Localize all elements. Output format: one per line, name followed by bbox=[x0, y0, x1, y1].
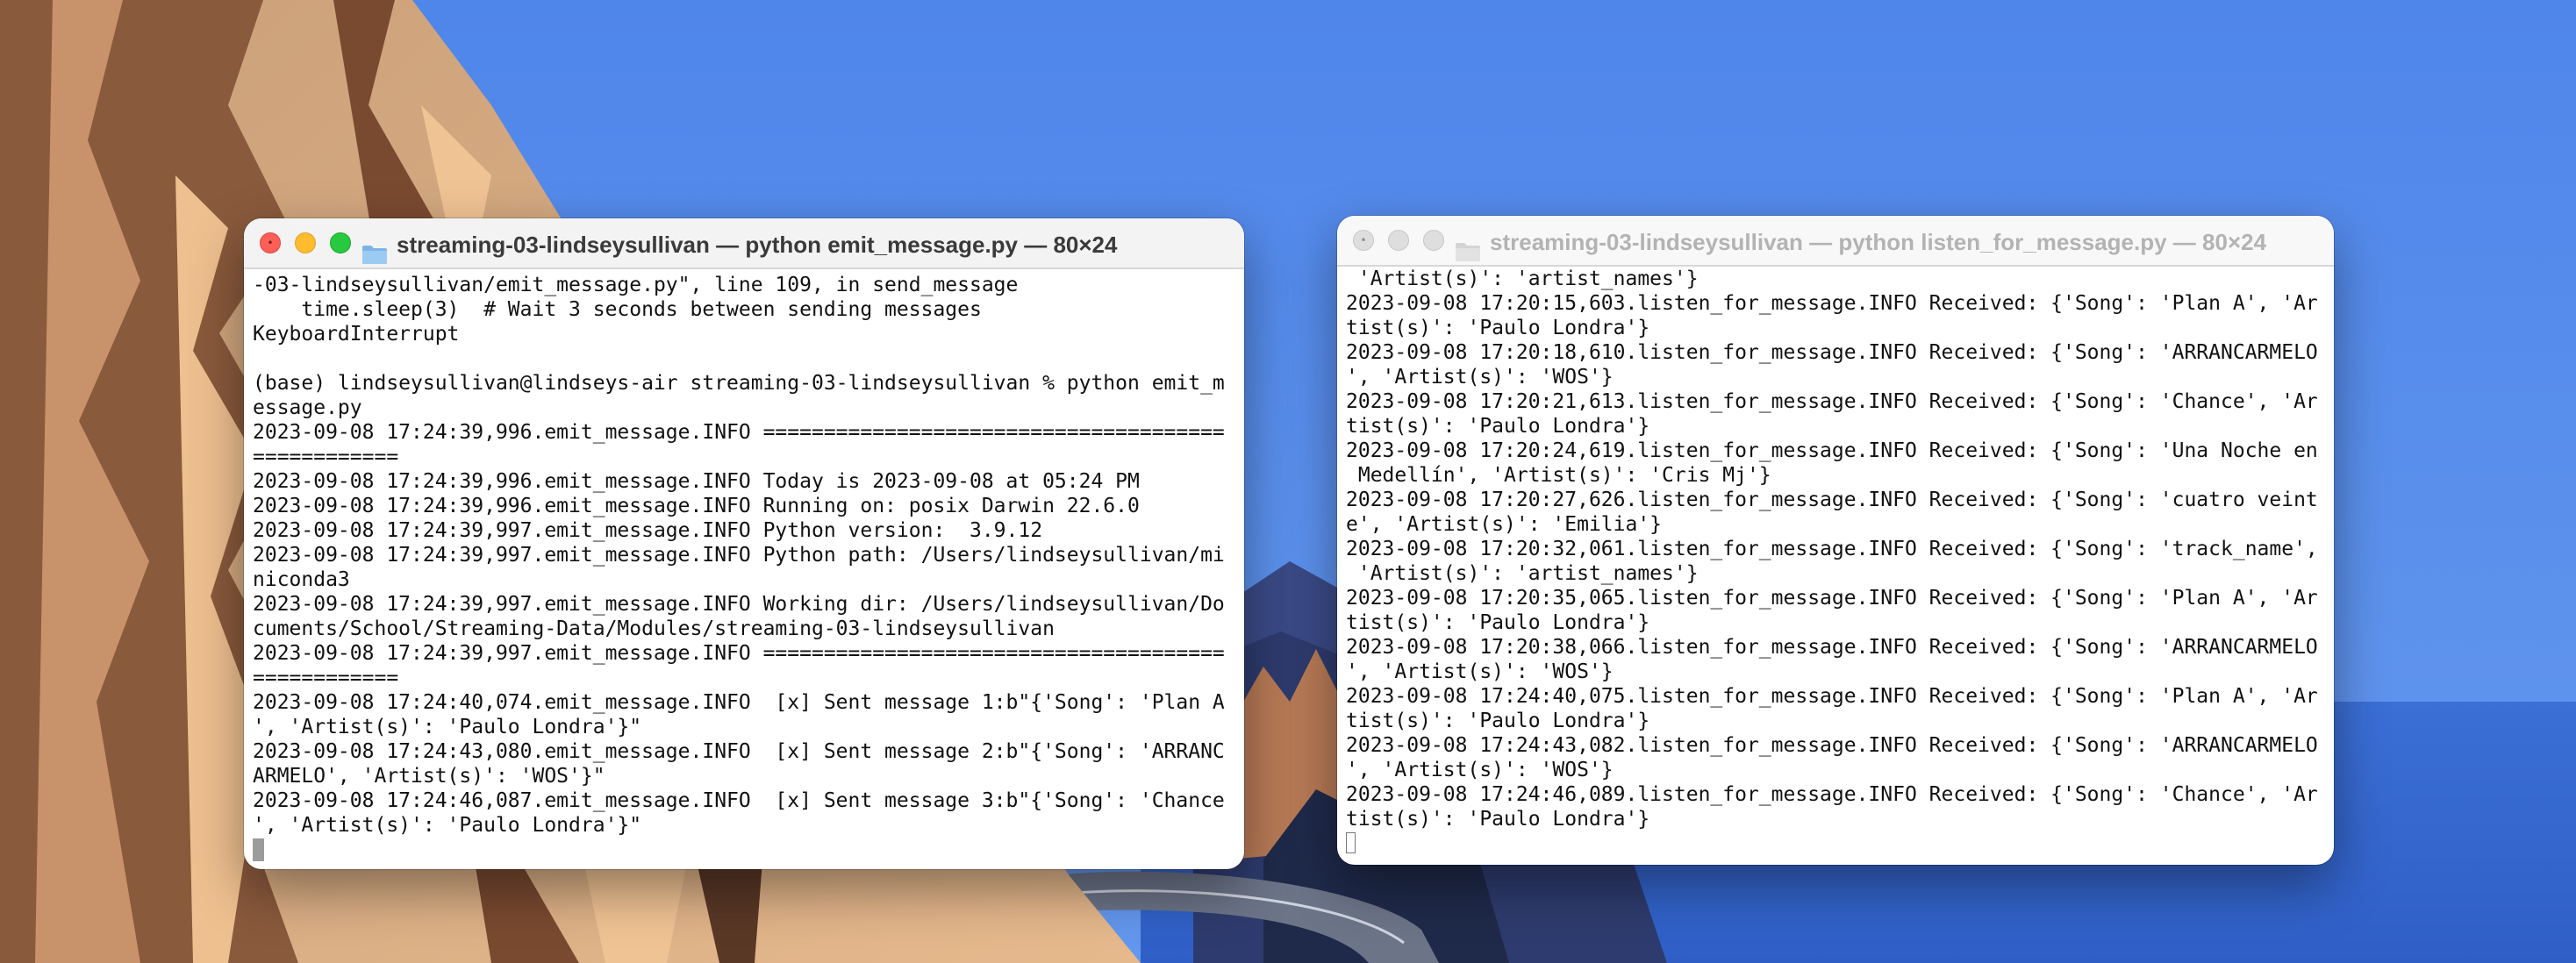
terminal-line: 2023-09-08 17:24:39,997.emit_message.INF… bbox=[253, 642, 1225, 665]
terminal-line: 2023-09-08 17:20:27,626.listen_for_messa… bbox=[1346, 489, 2318, 511]
terminal-line: tist(s)': 'Paulo Londra'} bbox=[1346, 317, 1650, 339]
zoom-button[interactable] bbox=[330, 232, 351, 253]
terminal-line: 2023-09-08 17:20:18,610.listen_for_messa… bbox=[1346, 341, 2318, 364]
terminal-line: cuments/School/Streaming-Data/Modules/st… bbox=[253, 617, 1055, 640]
terminal-output[interactable]: -03-lindseysullivan/emit_message.py", li… bbox=[253, 273, 1239, 864]
terminal-line: 2023-09-08 17:24:43,082.listen_for_messa… bbox=[1346, 734, 2318, 757]
terminal-line: ', 'Artist(s)': 'Paulo Londra'}" bbox=[253, 814, 642, 837]
terminal-line: ', 'Artist(s)': 'WOS'} bbox=[1346, 366, 1614, 389]
close-button[interactable]: • bbox=[1353, 230, 1374, 251]
terminal-line: essage.py bbox=[253, 396, 362, 419]
terminal-line: tist(s)': 'Paulo Londra'} bbox=[1346, 415, 1650, 438]
terminal-line: 2023-09-08 17:20:15,603.listen_for_messa… bbox=[1346, 292, 2318, 315]
folder-icon bbox=[361, 232, 388, 265]
terminal-line: ============ bbox=[253, 446, 399, 468]
terminal-line: 2023-09-08 17:24:43,080.emit_message.INF… bbox=[253, 740, 1225, 763]
window-title: streaming-03-lindseysullivan — python li… bbox=[1455, 216, 2266, 265]
terminal-line: 2023-09-08 17:20:32,061.listen_for_messa… bbox=[1346, 538, 2318, 560]
terminal-line: -03-lindseysullivan/emit_message.py", li… bbox=[253, 274, 1019, 296]
terminal-line: 'Artist(s)': 'artist_names'} bbox=[1346, 268, 1699, 290]
terminal-line: ============ bbox=[253, 667, 399, 689]
title-bar[interactable]: • streaming-03-lindseysullivan — python … bbox=[1337, 216, 2334, 267]
cursor-line bbox=[253, 838, 1239, 862]
terminal-window-emit[interactable]: • streaming-03-lindseysullivan — python … bbox=[244, 218, 1244, 869]
terminal-line: 2023-09-08 17:24:39,996.emit_message.INF… bbox=[253, 470, 1140, 493]
terminal-line: tist(s)': 'Paulo Londra'} bbox=[1346, 611, 1650, 634]
terminal-line: 2023-09-08 17:24:39,996.emit_message.INF… bbox=[253, 421, 1225, 444]
close-icon: • bbox=[1360, 234, 1367, 246]
terminal-line: tist(s)': 'Paulo Londra'} bbox=[1346, 808, 1650, 831]
cursor-line bbox=[1346, 831, 2329, 856]
terminal-window-listen[interactable]: • streaming-03-lindseysullivan — python … bbox=[1337, 216, 2334, 865]
terminal-line: 2023-09-08 17:20:38,066.listen_for_messa… bbox=[1346, 636, 2318, 659]
window-title: streaming-03-lindseysullivan — python em… bbox=[361, 218, 1117, 268]
terminal-output[interactable]: 'Artist(s)': 'artist_names'} 2023-09-08 1… bbox=[1346, 267, 2329, 860]
terminal-line: 2023-09-08 17:24:39,997.emit_message.INF… bbox=[253, 544, 1225, 567]
minimize-button[interactable] bbox=[295, 232, 316, 253]
terminal-line: 2023-09-08 17:20:21,613.listen_for_messa… bbox=[1346, 390, 2318, 413]
terminal-line: 2023-09-08 17:24:46,087.emit_message.INF… bbox=[253, 789, 1225, 812]
terminal-line: Medellín', 'Artist(s)': 'Cris Mj'} bbox=[1346, 464, 1771, 487]
zoom-button[interactable] bbox=[1423, 230, 1444, 251]
text-cursor bbox=[253, 838, 264, 861]
terminal-line: 2023-09-08 17:24:40,075.listen_for_messa… bbox=[1346, 685, 2318, 708]
terminal-line: time.sleep(3) # Wait 3 seconds between s… bbox=[253, 298, 982, 321]
close-icon: • bbox=[267, 237, 274, 249]
terminal-line: tist(s)': 'Paulo Londra'} bbox=[1346, 710, 1650, 732]
terminal-line: ARMELO', 'Artist(s)': 'WOS'}" bbox=[253, 765, 605, 788]
terminal-line: niconda3 bbox=[253, 568, 350, 591]
close-button[interactable]: • bbox=[260, 232, 281, 253]
terminal-line: e', 'Artist(s)': 'Emilia'} bbox=[1346, 513, 1663, 536]
terminal-line: KeyboardInterrupt bbox=[253, 323, 460, 346]
folder-icon bbox=[1455, 230, 1481, 262]
terminal-line: ', 'Artist(s)': 'WOS'} bbox=[1346, 660, 1614, 683]
terminal-line: 2023-09-08 17:20:24,619.listen_for_messa… bbox=[1346, 439, 2318, 462]
terminal-line: 2023-09-08 17:24:39,996.emit_message.INF… bbox=[253, 495, 1140, 517]
terminal-line: 2023-09-08 17:24:40,074.emit_message.INF… bbox=[253, 691, 1225, 714]
terminal-line: 2023-09-08 17:20:35,065.listen_for_messa… bbox=[1346, 587, 2318, 610]
terminal-line: 2023-09-08 17:24:46,089.listen_for_messa… bbox=[1346, 783, 2318, 806]
minimize-button[interactable] bbox=[1388, 230, 1409, 251]
terminal-line: ', 'Artist(s)': 'WOS'} bbox=[1346, 759, 1614, 781]
title-bar[interactable]: • streaming-03-lindseysullivan — python … bbox=[244, 218, 1244, 269]
terminal-line: ', 'Artist(s)': 'Paulo Londra'}" bbox=[253, 716, 642, 738]
terminal-line: 2023-09-08 17:24:39,997.emit_message.INF… bbox=[253, 519, 1043, 542]
window-title-text: streaming-03-lindseysullivan — python li… bbox=[1490, 229, 2267, 256]
window-title-text: streaming-03-lindseysullivan — python em… bbox=[397, 232, 1118, 259]
text-cursor bbox=[1346, 832, 1356, 853]
terminal-line: 2023-09-08 17:24:39,997.emit_message.INF… bbox=[253, 593, 1225, 616]
terminal-line: (base) lindseysullivan@lindseys-air stre… bbox=[253, 372, 1225, 395]
terminal-line: 'Artist(s)': 'artist_names'} bbox=[1346, 562, 1699, 585]
